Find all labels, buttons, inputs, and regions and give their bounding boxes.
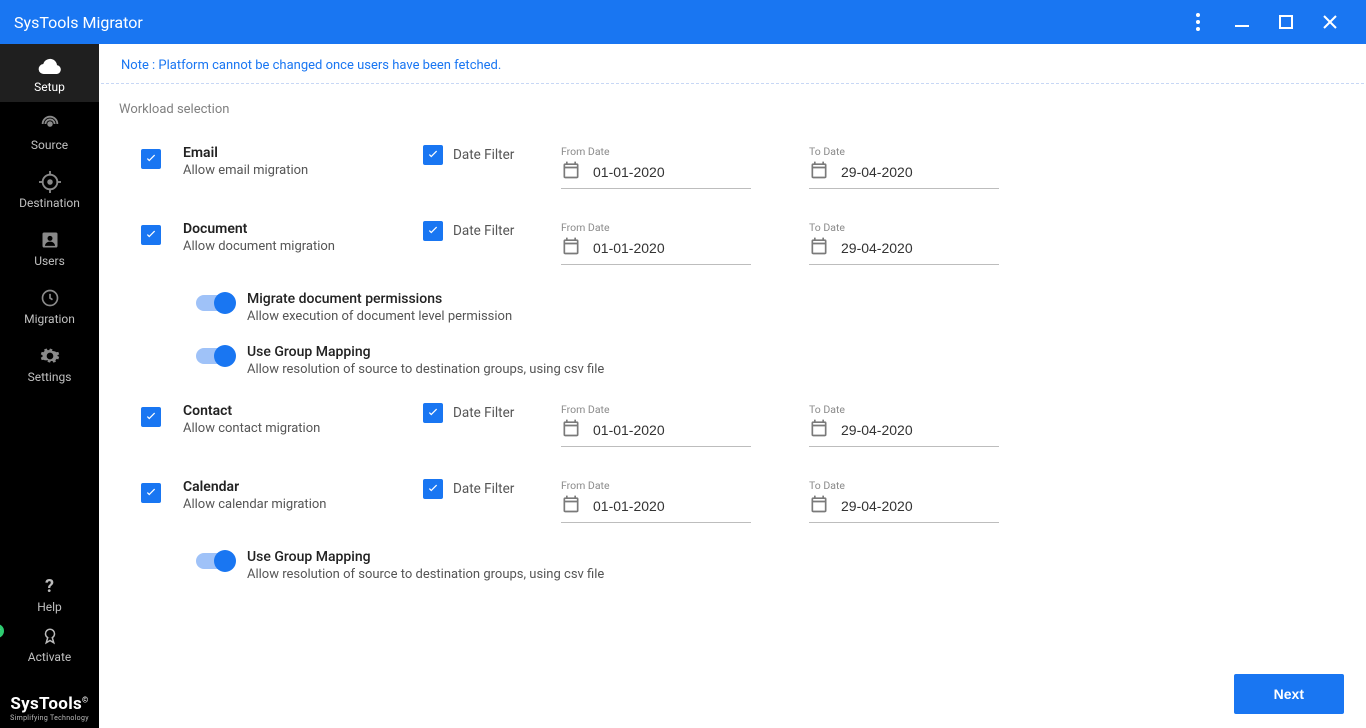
- sidebar-item-activate[interactable]: Activate: [0, 624, 99, 668]
- workload-title: Calendar: [183, 479, 423, 495]
- calendar-icon[interactable]: [809, 160, 829, 184]
- calendar-to-date-input[interactable]: [841, 498, 999, 514]
- workload-sub: Allow calendar migration: [183, 497, 423, 512]
- option-title: Use Group Mapping: [247, 344, 604, 360]
- sidebar: Setup Source Destination Users Migration…: [0, 44, 99, 728]
- contact-date-filter-checkbox[interactable]: [423, 403, 443, 423]
- calendar-icon[interactable]: [809, 236, 829, 260]
- option-sub: Allow execution of document level permis…: [247, 309, 512, 324]
- sidebar-item-label: Setup: [34, 80, 65, 94]
- email-from-date-input[interactable]: [593, 164, 751, 180]
- cal-group-toggle[interactable]: [196, 553, 234, 569]
- document-checkbox[interactable]: [141, 225, 161, 245]
- minimize-icon[interactable]: [1220, 0, 1264, 44]
- calendar-from-date-input[interactable]: [593, 498, 751, 514]
- workload-row-email: Email Allow email migration Date Filter …: [119, 137, 1346, 213]
- document-from-date-input[interactable]: [593, 240, 751, 256]
- email-date-filter-checkbox[interactable]: [423, 145, 443, 165]
- workload-title: Document: [183, 221, 423, 237]
- contact-checkbox[interactable]: [141, 407, 161, 427]
- sidebar-item-label: Help: [37, 600, 62, 614]
- maximize-icon[interactable]: [1264, 0, 1308, 44]
- sidebar-item-label: Settings: [28, 370, 72, 384]
- calendar-icon[interactable]: [809, 418, 829, 442]
- option-title: Migrate document permissions: [247, 291, 512, 307]
- email-to-date-input[interactable]: [841, 164, 999, 180]
- award-icon: [41, 624, 59, 648]
- section-title: Workload selection: [119, 102, 1346, 117]
- document-date-filter-checkbox[interactable]: [423, 221, 443, 241]
- option-sub: Allow resolution of source to destinatio…: [247, 362, 604, 377]
- calendar-date-filter-checkbox[interactable]: [423, 479, 443, 499]
- main: Note : Platform cannot be changed once u…: [99, 44, 1366, 728]
- doc-perm-toggle[interactable]: [196, 295, 234, 311]
- check-badge-icon: [0, 624, 4, 638]
- cloud-icon: [38, 54, 62, 78]
- more-icon[interactable]: [1176, 0, 1220, 44]
- workload-sub: Allow contact migration: [183, 421, 423, 436]
- option-row-doc-group: Use Group Mapping Allow resolution of so…: [119, 342, 1346, 395]
- workload-sub: Allow email migration: [183, 163, 423, 178]
- date-filter-label: Date Filter: [453, 223, 514, 239]
- document-to-date-input[interactable]: [841, 240, 999, 256]
- option-title: Use Group Mapping: [247, 549, 604, 565]
- workload-row-contact: Contact Allow contact migration Date Fil…: [119, 395, 1346, 471]
- next-button[interactable]: Next: [1234, 674, 1344, 714]
- contact-to-date-input[interactable]: [841, 422, 999, 438]
- app-title: SysTools Migrator: [14, 13, 143, 32]
- sidebar-item-help[interactable]: ? Help: [0, 570, 99, 618]
- to-date-label: To Date: [809, 221, 1057, 234]
- from-date-label: From Date: [561, 403, 809, 416]
- sidebar-item-users[interactable]: Users: [0, 218, 99, 276]
- doc-group-toggle[interactable]: [196, 348, 234, 364]
- option-row-doc-perm: Migrate document permissions Allow execu…: [119, 289, 1346, 342]
- workload-title: Contact: [183, 403, 423, 419]
- to-date-label: To Date: [809, 403, 1057, 416]
- note-text: Note : Platform cannot be changed once u…: [101, 44, 1364, 84]
- help-icon: ?: [45, 574, 54, 598]
- target-icon: [39, 170, 61, 194]
- from-date-label: From Date: [561, 479, 809, 492]
- close-icon[interactable]: [1308, 0, 1352, 44]
- sidebar-item-setup[interactable]: Setup: [0, 44, 99, 102]
- workload-row-document: Document Allow document migration Date F…: [119, 213, 1346, 289]
- titlebar: SysTools Migrator: [0, 0, 1366, 44]
- contact-from-date-input[interactable]: [593, 422, 751, 438]
- broadcast-icon: [39, 112, 61, 136]
- user-icon: [40, 228, 60, 252]
- calendar-icon[interactable]: [561, 160, 581, 184]
- workload-title: Email: [183, 145, 423, 161]
- sidebar-item-label: Source: [31, 138, 68, 152]
- sidebar-item-settings[interactable]: Settings: [0, 334, 99, 392]
- sidebar-item-migration[interactable]: Migration: [0, 276, 99, 334]
- calendar-icon[interactable]: [561, 418, 581, 442]
- to-date-label: To Date: [809, 479, 1057, 492]
- sidebar-item-label: Users: [34, 254, 65, 268]
- option-row-cal-group: Use Group Mapping Allow resolution of so…: [119, 547, 1346, 600]
- workload-row-calendar: Calendar Allow calendar migration Date F…: [119, 471, 1346, 547]
- email-checkbox[interactable]: [141, 149, 161, 169]
- brand: SysTools© Simplifying Technology: [0, 694, 99, 722]
- calendar-icon[interactable]: [809, 494, 829, 518]
- sidebar-item-label: Destination: [19, 196, 80, 210]
- option-sub: Allow resolution of source to destinatio…: [247, 567, 604, 582]
- sidebar-item-label: Migration: [24, 312, 75, 326]
- clock-icon: [40, 286, 60, 310]
- calendar-icon[interactable]: [561, 494, 581, 518]
- sidebar-item-source[interactable]: Source: [0, 102, 99, 160]
- to-date-label: To Date: [809, 145, 1057, 158]
- sidebar-item-destination[interactable]: Destination: [0, 160, 99, 218]
- date-filter-label: Date Filter: [453, 481, 514, 497]
- date-filter-label: Date Filter: [453, 147, 514, 163]
- gear-icon: [40, 344, 60, 368]
- from-date-label: From Date: [561, 145, 809, 158]
- calendar-icon[interactable]: [561, 236, 581, 260]
- calendar-checkbox[interactable]: [141, 483, 161, 503]
- from-date-label: From Date: [561, 221, 809, 234]
- sidebar-item-label: Activate: [28, 650, 72, 664]
- workload-sub: Allow document migration: [183, 239, 423, 254]
- date-filter-label: Date Filter: [453, 405, 514, 421]
